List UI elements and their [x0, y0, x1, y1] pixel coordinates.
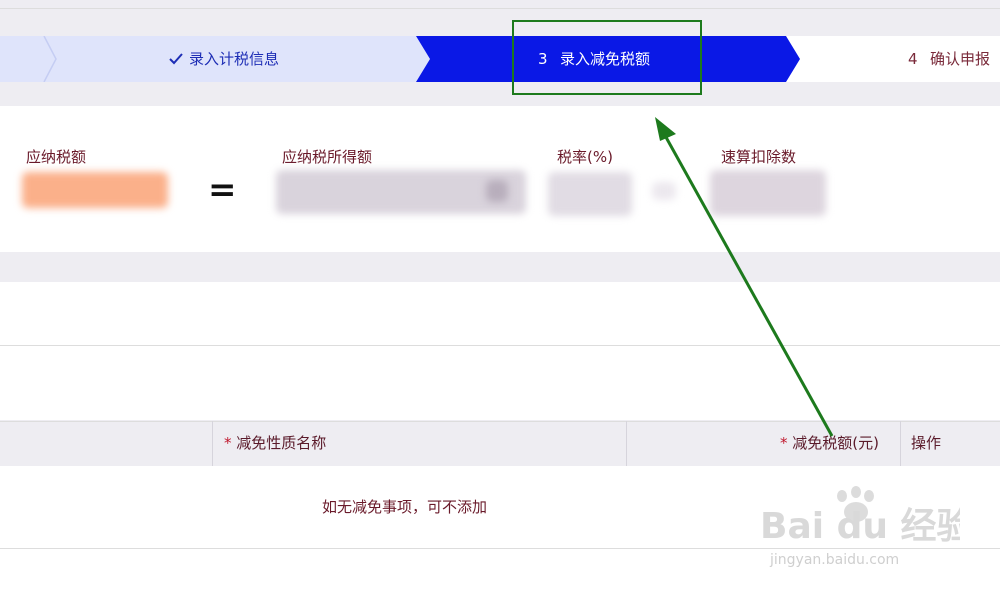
multiply-sign: [486, 180, 508, 202]
taxable-income-label: 应纳税所得额: [282, 148, 373, 166]
empty-message: 如无减免事项，可不添加: [322, 498, 488, 516]
divider: [0, 8, 1000, 9]
col-header-actions: 操作: [911, 434, 942, 452]
tax-rate-value: [548, 172, 632, 216]
required-mark: *: [224, 434, 232, 452]
col-header-relief-type: * 减免性质名称: [224, 421, 326, 466]
check-icon: [169, 53, 183, 65]
chevron-divider-icon: [43, 36, 57, 82]
required-mark: *: [780, 434, 788, 452]
quick-deduction-value: [710, 170, 826, 216]
step-4-number: 4: [908, 50, 918, 68]
top-strip: [0, 0, 1000, 36]
col-header-label: 减免税额(元): [792, 434, 879, 452]
col-header-relief-amount: * 减免税额(元): [780, 421, 879, 466]
watermark-url: jingyan.baidu.com: [769, 552, 899, 568]
step-2-label: 录入计税信息: [189, 50, 280, 68]
payable-tax-value: [22, 172, 168, 208]
column-divider: [212, 421, 213, 466]
equals-sign: =: [208, 170, 237, 210]
minus-sign: [652, 182, 676, 200]
step-4-label[interactable]: 确认申报: [930, 36, 990, 82]
watermark-logo: Bai du 经验 jingyan.baidu.com: [760, 486, 960, 568]
watermark-brand: Bai du 经验: [760, 506, 960, 547]
highlight-box: [512, 20, 702, 95]
col-header-label: 减免性质名称: [236, 434, 327, 452]
section-band: [0, 282, 1000, 346]
column-divider: [900, 421, 901, 466]
payable-tax-label: 应纳税额: [26, 148, 87, 166]
column-divider: [626, 421, 627, 466]
section-band: [0, 346, 1000, 420]
tax-rate-label: 税率(%): [557, 148, 613, 166]
quick-deduction-label: 速算扣除数: [721, 148, 797, 166]
